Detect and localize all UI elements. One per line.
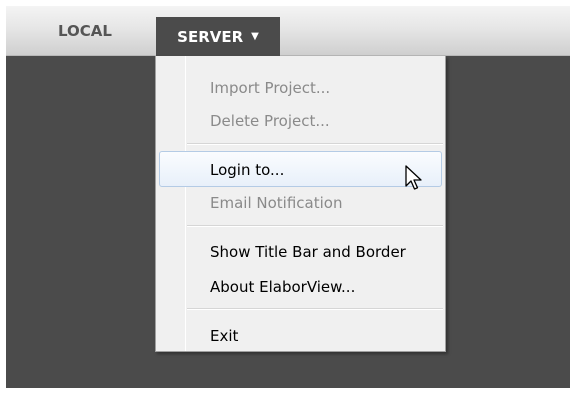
menu-separator <box>187 225 443 227</box>
app-window: LOCAL SERVER ▼ Import Project... Delete … <box>6 6 570 388</box>
caret-down-icon: ▼ <box>251 30 259 42</box>
tab-local[interactable]: LOCAL <box>40 6 130 56</box>
top-tab-bar: LOCAL SERVER ▼ <box>6 6 570 56</box>
server-dropdown-menu: Import Project... Delete Project... Logi… <box>155 56 446 352</box>
menu-item-exit[interactable]: Exit <box>159 317 442 353</box>
menu-item-import-project[interactable]: Import Project... <box>159 69 442 105</box>
menu-item-delete-project[interactable]: Delete Project... <box>159 102 442 138</box>
tab-server-label: SERVER <box>177 27 244 46</box>
menu-separator <box>187 308 443 310</box>
tab-server-dropdown[interactable]: SERVER ▼ <box>156 17 280 56</box>
menu-item-email-notification[interactable]: Email Notification <box>159 184 442 220</box>
menu-item-login[interactable]: Login to... <box>159 151 442 187</box>
menu-item-about[interactable]: About ElaborView... <box>159 268 442 304</box>
menu-separator <box>187 143 443 145</box>
menu-item-show-title-bar[interactable]: Show Title Bar and Border <box>159 233 442 269</box>
